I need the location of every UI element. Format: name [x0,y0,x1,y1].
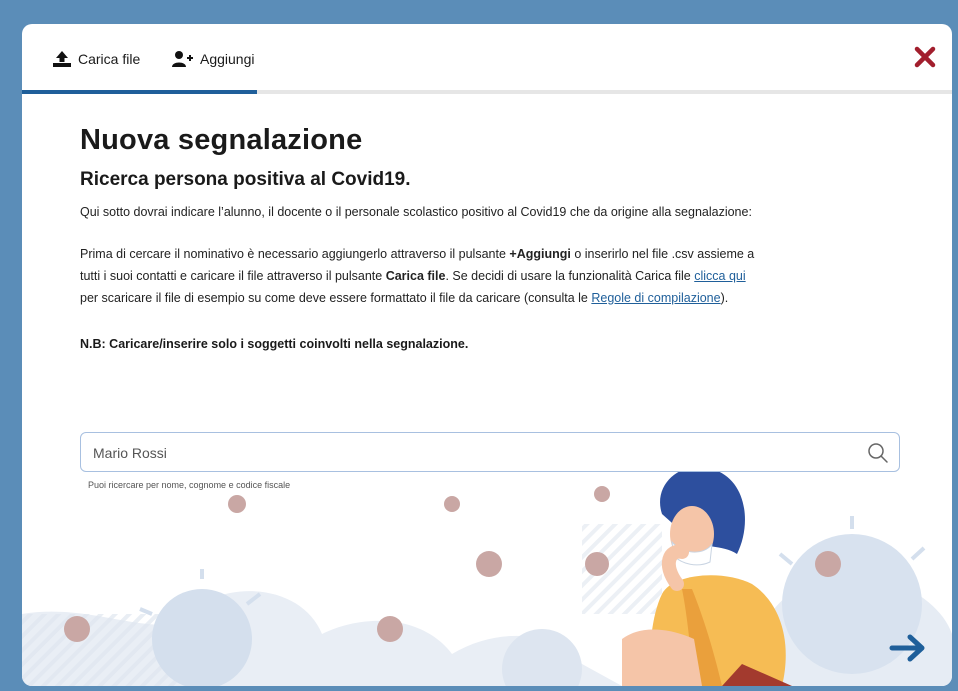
modal-topbar: Carica file Aggiungi [22,24,952,94]
instructions-text: Prima di cercare il nominativo è necessa… [80,247,755,305]
download-example-link[interactable]: clicca qui [694,269,745,283]
search-input[interactable] [91,433,855,473]
close-icon [914,46,936,68]
tab-active-indicator [22,90,257,94]
person-search [80,432,900,473]
upload-button-reference: Carica file [385,269,446,283]
tab-upload-label: Carica file [78,51,141,67]
close-button[interactable] [912,44,938,70]
add-button-reference: +Aggiungi [509,247,571,261]
intro-text: Qui sotto dovrai indicare l’alunno, il d… [80,205,752,219]
note-text: N.B: Caricare/inserire solo i soggetti c… [80,337,469,351]
compilation-rules-link[interactable]: Regole di compilazione [591,291,720,305]
covid-illustration [22,466,952,686]
page-subtitle: Ricerca persona positiva al Covid19. [80,169,411,190]
add-user-icon [172,51,193,67]
search-icon[interactable] [867,442,889,464]
tab-upload-file[interactable]: Carica file [52,48,140,70]
arrow-right-icon [889,634,925,662]
search-hint: Puoi ricercare per nome, cognome e codic… [88,480,291,490]
report-modal: Carica file Aggiungi Nuova segnalazione … [22,24,952,686]
tab-add-label: Aggiungi [200,51,255,67]
next-button[interactable] [888,632,928,664]
tab-add-person[interactable]: Aggiungi [172,48,255,70]
main-content: Nuova segnalazione Ricerca persona posit… [80,124,880,351]
upload-icon [53,51,71,67]
page-title: Nuova segnalazione [80,124,363,156]
